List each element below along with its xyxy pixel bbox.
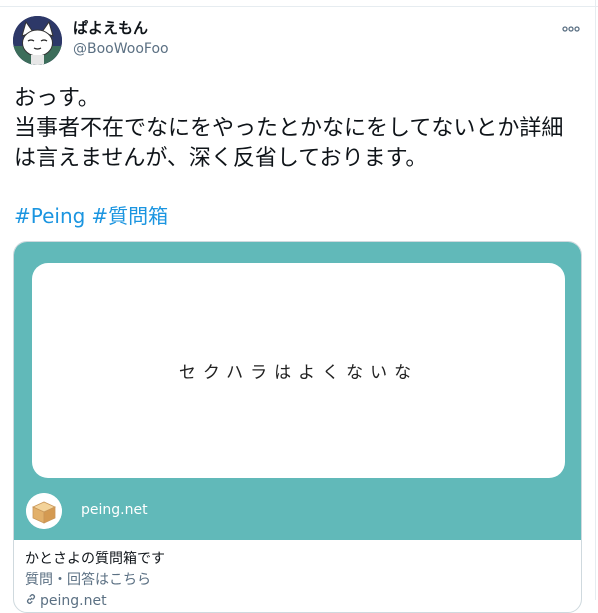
card-image[interactable]: セクハラはよくないな peing.net xyxy=(14,242,581,540)
hashtag-link[interactable]: #質問箱 xyxy=(91,204,168,228)
divider xyxy=(0,6,598,7)
question-text: セクハラはよくないな xyxy=(178,363,419,383)
tweet-text: おっす。 当事者不在でなにをやったとかなにをしてないとか詳細は言えませんが、深く… xyxy=(14,86,564,171)
user-handle[interactable]: @BooWooFoo xyxy=(73,40,169,59)
display-name[interactable]: ぱよえもん xyxy=(73,18,169,38)
hashtag-link[interactable]: #Peing xyxy=(14,204,85,228)
card-site-name: peing.net xyxy=(81,502,148,518)
tweet-container: ぱよえもん @BooWooFoo おっす。 当事者不在でなにをやったとかなにをし… xyxy=(0,0,598,613)
more-options-button[interactable] xyxy=(562,22,580,36)
cardboard-box-icon xyxy=(26,493,62,529)
link-icon xyxy=(25,591,37,611)
divider xyxy=(595,0,596,600)
hashtag-row: #Peing #質問箱 xyxy=(14,201,174,231)
avatar[interactable] xyxy=(13,16,62,65)
card-description: 質問・回答はこちら xyxy=(25,572,151,588)
card-domain: peing.net xyxy=(40,593,107,609)
link-card[interactable]: セクハラはよくないな peing.net かとさよの質問箱です 質問・回答はこち… xyxy=(13,241,582,613)
question-box: セクハラはよくないな xyxy=(32,263,565,478)
card-domain-row: peing.net xyxy=(25,591,581,611)
author-block: ぱよえもん @BooWooFoo xyxy=(73,18,169,59)
more-horizontal-icon xyxy=(562,22,580,36)
card-title: かとさよの質問箱です xyxy=(25,551,165,567)
card-body: かとさよの質問箱です 質問・回答はこちら peing.net xyxy=(14,540,581,611)
